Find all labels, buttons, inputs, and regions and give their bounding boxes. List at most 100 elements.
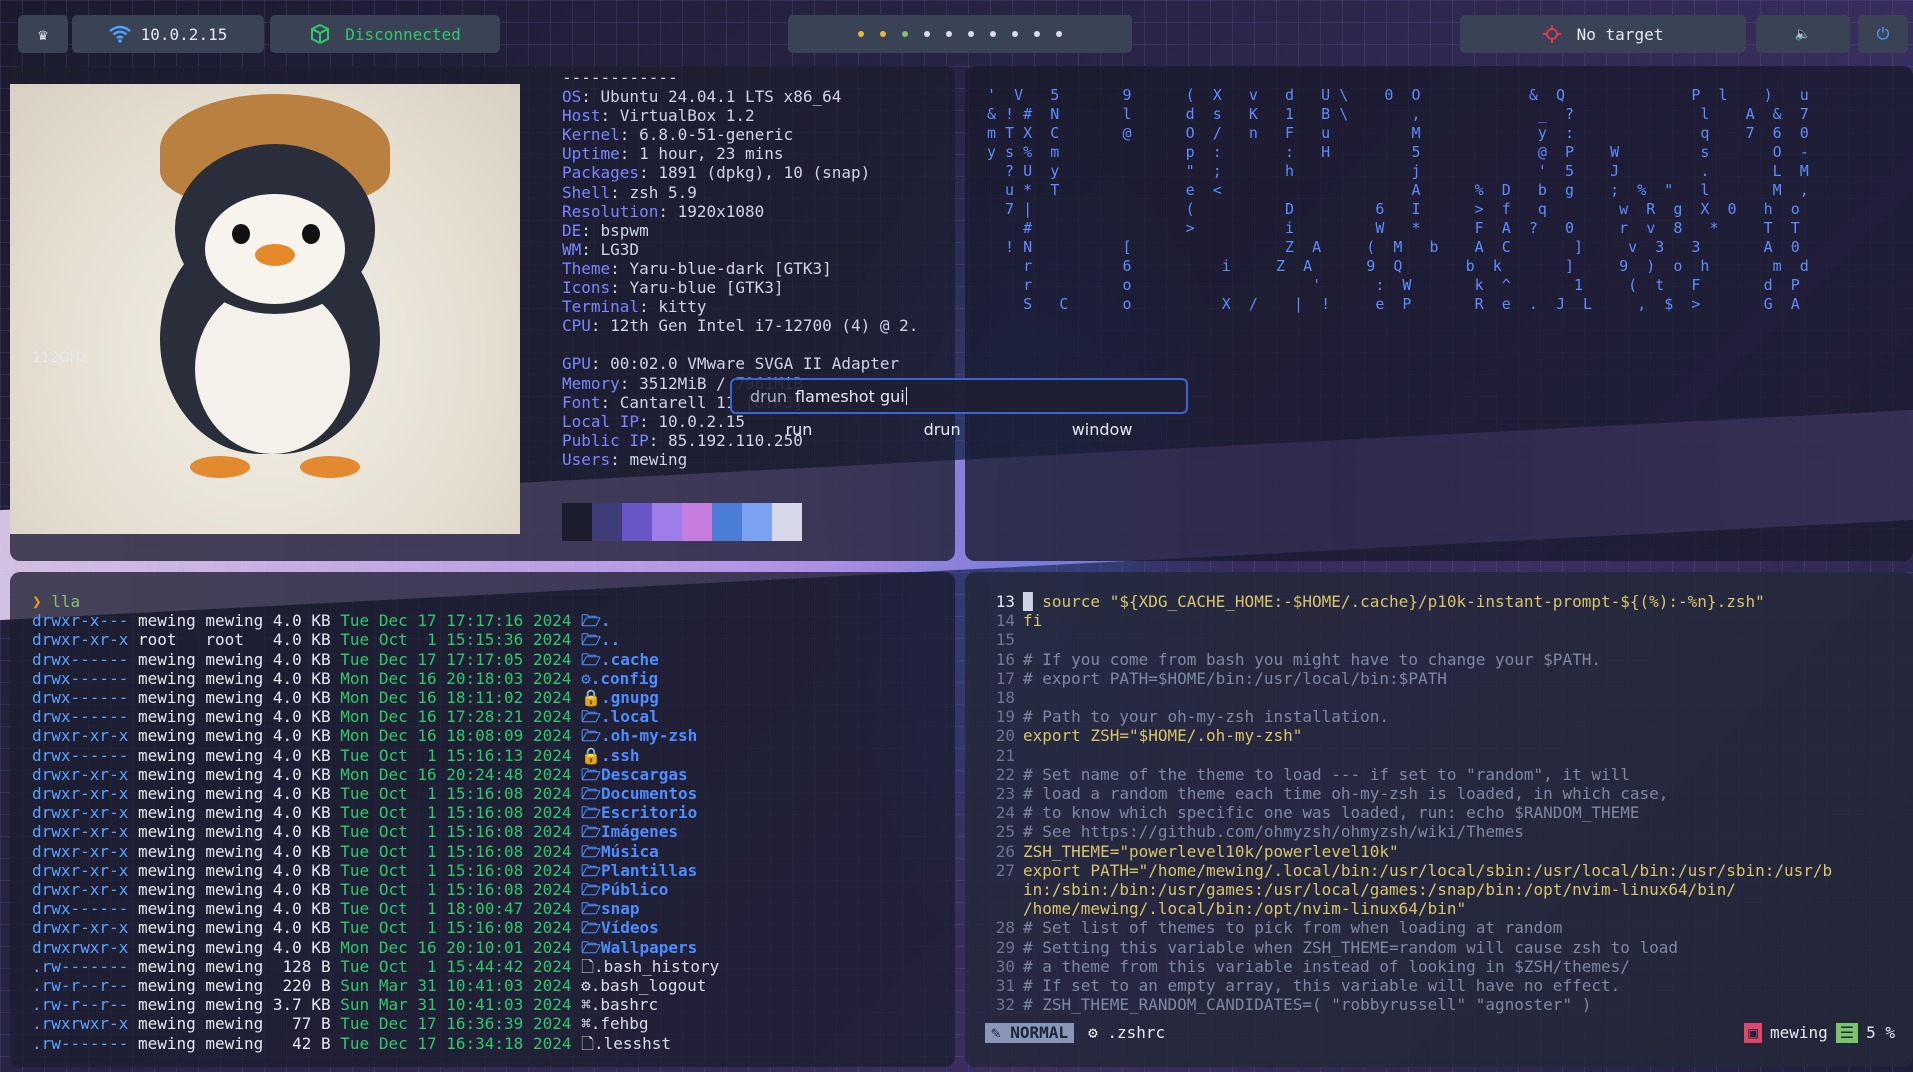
neofetch-terminal[interactable]: 112GHz ------------ OS: Ubuntu 24.04.1 LT… (10, 66, 955, 561)
code-line[interactable]: 30 # a theme from this variable instead o… (965, 957, 1832, 976)
file-row[interactable]: .rwxrwxr-x mewing mewing 77 B Tue Dec 17… (32, 1014, 719, 1033)
matrix-row: # > i W * F A ? 0 r v 8 * T T (987, 219, 1800, 237)
code-line[interactable]: 17 # export PATH=$HOME/bin:/usr/local/bin… (965, 669, 1832, 688)
file-row[interactable]: drwxr-xr-x root root 4.0 KB Tue Oct 1 15… (32, 630, 719, 649)
fetch-key: Icons (562, 278, 611, 298)
file-row[interactable]: drwx------ mewing mewing 4.0 KB Mon Dec … (32, 669, 719, 688)
code-keyword: source (1042, 592, 1101, 611)
file-row[interactable]: drwx------ mewing mewing 4.0 KB Mon Dec … (32, 707, 719, 726)
file-row[interactable]: drwxr-xr-x mewing mewing 4.0 KB Mon Dec … (32, 726, 719, 745)
nvim-editor[interactable]: 13 █ source "${XDG_CACHE_HOME:-$HOME/.cac… (965, 572, 1913, 1067)
file-group: mewing (205, 784, 273, 804)
matrix-row: ! N [ Z A ( M b A C ] v 3 3 A 0 (987, 238, 1800, 256)
file-row[interactable]: drwx------ mewing mewing 4.0 KB Tue Oct … (32, 899, 719, 918)
power-button[interactable]: ⏻ (1858, 15, 1908, 53)
file-icon: 🗁 (581, 880, 601, 900)
file-row[interactable]: drwxr-xr-x mewing mewing 4.0 KB Tue Oct … (32, 918, 719, 937)
matrix-row: r o ' : W k ^ 1 ( t F d P (987, 276, 1800, 294)
code-line[interactable]: 24 # to know which specific one was loade… (965, 803, 1832, 822)
workspace-dot[interactable] (1034, 31, 1040, 37)
workspace-dot[interactable] (902, 31, 908, 37)
workspace-dot[interactable] (858, 31, 864, 37)
file-date: Tue Oct 1 18:00:47 2024 (340, 899, 582, 919)
file-date: Tue Dec 17 16:36:39 2024 (340, 1014, 582, 1034)
code-line[interactable]: 22 # Set name of the theme to load --- if… (965, 765, 1832, 784)
line-number: 28 (995, 918, 1015, 938)
code-line[interactable]: 32 # ZSH_THEME_RANDOM_CANDIDATES=( "robby… (965, 995, 1832, 1014)
code-line[interactable]: 28 # Set list of themes to pick from when… (965, 918, 1832, 937)
code-buffer[interactable]: 13 █ source "${XDG_CACHE_HOME:-$HOME/.cac… (965, 592, 1832, 1014)
file-row[interactable]: .rw------- mewing mewing 42 B Tue Dec 17… (32, 1034, 719, 1053)
code-line[interactable]: in:/sbin:/bin:/usr/games:/usr/local/game… (965, 880, 1832, 899)
fetch-separator: ------------ (562, 68, 678, 87)
file-row[interactable]: drwxr-xr-x mewing mewing 4.0 KB Tue Oct … (32, 784, 719, 803)
file-row[interactable]: drwxr-xr-x mewing mewing 4.0 KB Tue Oct … (32, 822, 719, 841)
code-line[interactable]: 18 (965, 688, 1832, 707)
fetch-line: WM: LG3D (562, 240, 918, 259)
code-line[interactable]: 19 # Path to your oh-my-zsh installation. (965, 707, 1832, 726)
workspace-dot[interactable] (968, 31, 974, 37)
code-line[interactable]: 23 # load a random theme each time oh-my-… (965, 784, 1832, 803)
code-line[interactable]: 15 (965, 630, 1832, 649)
file-row[interactable]: drwxrwxr-x mewing mewing 4.0 KB Mon Dec … (32, 938, 719, 957)
code-line[interactable]: 14 fi (965, 611, 1832, 630)
file-row[interactable]: drwxr-xr-x mewing mewing 4.0 KB Mon Dec … (32, 765, 719, 784)
menu-button[interactable]: ♛ (18, 15, 68, 53)
code-line[interactable]: 26 ZSH_THEME="powerlevel10k/powerlevel10k… (965, 842, 1832, 861)
crosshair-icon (1542, 25, 1561, 43)
launcher-mode-window[interactable]: window (1072, 420, 1133, 439)
file-row[interactable]: .rw------- mewing mewing 128 B Tue Oct 1… (32, 957, 719, 976)
file-name-label: .zshrc (1107, 1023, 1166, 1042)
file-permissions: drwxr-xr-x (32, 630, 138, 650)
file-row[interactable]: .rw-r--r-- mewing mewing 3.7 KB Sun Mar … (32, 995, 719, 1014)
file-icon: 🗋 (581, 956, 594, 976)
file-row[interactable]: drwxr-xr-x mewing mewing 4.0 KB Tue Oct … (32, 842, 719, 861)
file-listing-terminal[interactable]: ❯ lla drwxr-x--- mewing mewing 4.0 KB Tue… (10, 572, 955, 1067)
workspace-dot[interactable] (924, 31, 930, 37)
file-row[interactable]: drwxr-x--- mewing mewing 4.0 KB Tue Dec … (32, 611, 719, 630)
code-line[interactable]: 21 (965, 746, 1832, 765)
code-line[interactable]: 31 # If set to an empty array, this varia… (965, 976, 1832, 995)
workspace-dot[interactable] (1012, 31, 1018, 37)
code-line[interactable]: 29 # Setting this variable when ZSH_THEME… (965, 938, 1832, 957)
launcher-mode-run[interactable]: run (786, 420, 813, 439)
file-row[interactable]: drwx------ mewing mewing 4.0 KB Mon Dec … (32, 688, 719, 707)
network-widget[interactable]: 10.0.2.15 (72, 15, 264, 53)
launcher-input[interactable]: drun flameshot gui (730, 378, 1188, 414)
launcher-mode-drun[interactable]: drun (924, 420, 961, 439)
app-launcher[interactable]: drun flameshot gui run drun window (730, 378, 1190, 456)
code-line[interactable]: 13 █ source "${XDG_CACHE_HOME:-$HOME/.cac… (965, 592, 1832, 611)
file-row[interactable]: drwxr-xr-x mewing mewing 4.0 KB Tue Oct … (32, 861, 719, 880)
workspace-dot[interactable] (990, 31, 996, 37)
file-size: 4.0 KB (272, 764, 341, 784)
workspace-dot[interactable] (946, 31, 952, 37)
file-row[interactable]: drwx------ mewing mewing 4.0 KB Tue Dec … (32, 650, 719, 669)
file-row[interactable]: drwx------ mewing mewing 4.0 KB Tue Oct … (32, 746, 719, 765)
file-permissions: .rw-r--r-- (32, 995, 138, 1015)
workspace-dot[interactable] (880, 31, 886, 37)
workspace-dot[interactable] (1056, 31, 1062, 37)
volume-button[interactable]: 🔈 (1756, 15, 1850, 53)
code-line[interactable]: 27 export PATH="/home/mewing/.local/bin:/… (965, 861, 1832, 880)
color-swatch (652, 503, 682, 541)
file-permissions: .rwxrwxr-x (32, 1014, 138, 1034)
code-line[interactable]: 20 export ZSH="$HOME/.oh-my-zsh" (965, 726, 1832, 745)
code-line[interactable]: 25 # See https://github.com/ohmyzsh/ohmyz… (965, 822, 1832, 841)
code-line[interactable]: /home/mewing/.local/bin:/opt/nvim-linux6… (965, 899, 1832, 918)
vpn-widget[interactable]: Disconnected (270, 15, 500, 53)
file-icon: 🔒 (581, 688, 602, 708)
status-right: ▣ mewing ☰ 5 % (1744, 1023, 1895, 1043)
penguin-artwork (10, 84, 520, 534)
code-text: # to know which specific one was loaded,… (1023, 803, 1640, 823)
file-group: mewing (205, 1033, 273, 1053)
file-row[interactable]: drwxr-xr-x mewing mewing 4.0 KB Tue Oct … (32, 880, 719, 899)
file-row[interactable]: .rw-r--r-- mewing mewing 220 B Sun Mar 3… (32, 976, 719, 995)
matrix-terminal[interactable]: ' V 5 9 ( X v d U \ 0 O & Q P l ) u & ! #… (965, 66, 1913, 561)
line-number: 26 (995, 841, 1015, 861)
target-widget[interactable]: No target (1460, 15, 1746, 53)
file-name: .oh-my-zsh (600, 726, 698, 746)
fetch-key: Kernel (562, 125, 620, 145)
file-row[interactable]: drwxr-xr-x mewing mewing 4.0 KB Tue Oct … (32, 803, 719, 822)
vim-mode-label: NORMAL (1010, 1023, 1069, 1042)
code-line[interactable]: 16 # If you come from bash you might have… (965, 650, 1832, 669)
